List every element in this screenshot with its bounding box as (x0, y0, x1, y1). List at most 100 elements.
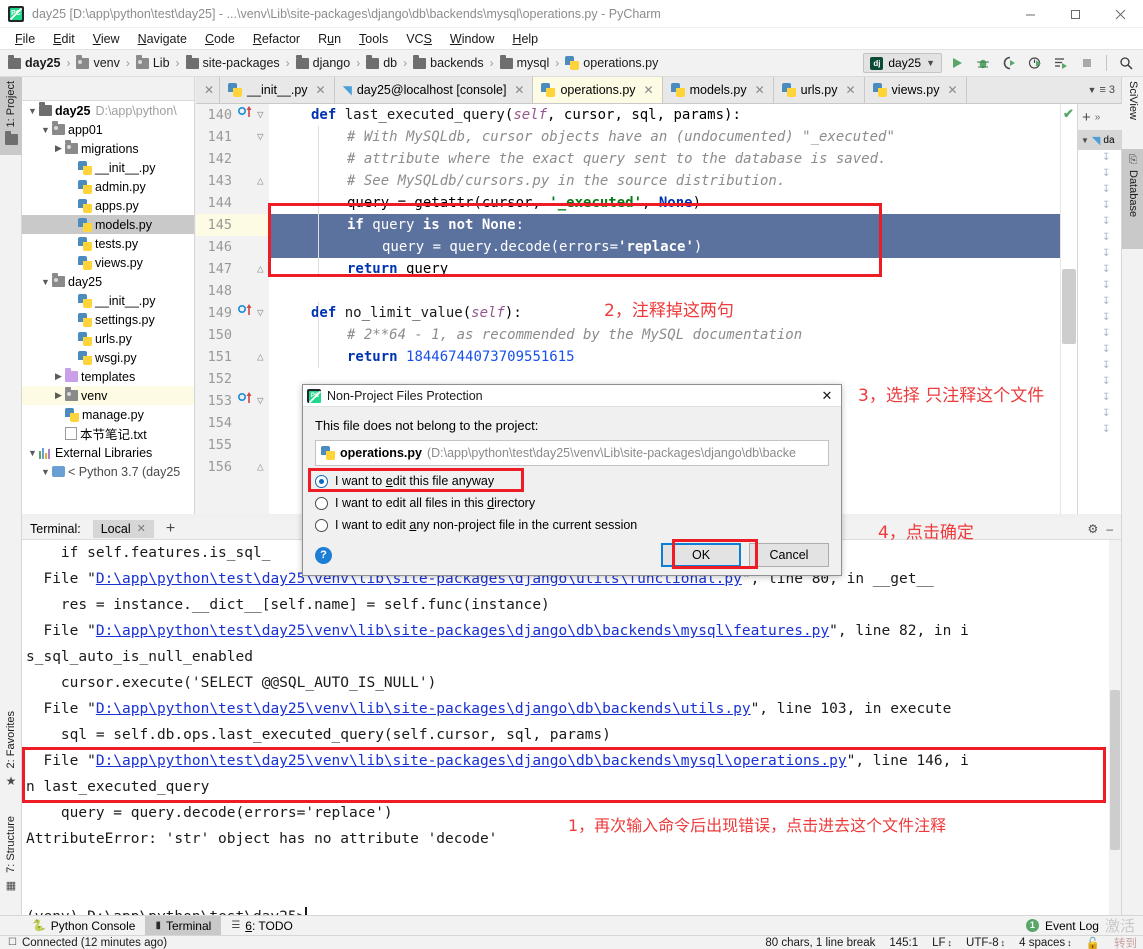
tree-node-external-libraries[interactable]: ▼ External Libraries (22, 443, 194, 462)
fold-icon[interactable]: △ (257, 456, 264, 478)
chevron-down-icon[interactable]: ▼ (1081, 136, 1089, 145)
tree-node-wsgi-py[interactable]: wsgi.py (22, 348, 194, 367)
radio-button[interactable] (315, 496, 328, 510)
terminal-tab-local[interactable]: Local ✕ (92, 519, 154, 538)
tree-node-urls-py[interactable]: urls.py (22, 329, 194, 348)
tree-node-venv[interactable]: ▶ venv (22, 386, 194, 405)
fold-icon[interactable]: △ (257, 258, 264, 280)
close-icon[interactable]: ✕ (514, 83, 524, 97)
tree-node-models-py[interactable]: models.py (22, 215, 194, 234)
tree-node-templates[interactable]: ▶ templates (22, 367, 194, 386)
tab-views-py[interactable]: views.py ✕ (864, 77, 967, 103)
dialog-close-button[interactable]: ✕ (817, 388, 837, 404)
fold-icon[interactable]: ▽ (257, 104, 264, 126)
status-indent[interactable]: 4 spaces ↕ (1019, 937, 1072, 949)
terminal-output[interactable]: if self.features.is_sql_ File "D:\app\py… (22, 540, 1121, 915)
tab-urls-py[interactable]: urls.py ✕ (773, 77, 865, 103)
tree-node-notes-txt[interactable]: 本节笔记.txt (22, 424, 194, 443)
breadcrumb-item-operations-py[interactable]: operations.py (565, 56, 658, 70)
run-configuration-selector[interactable]: dj day25 ▼ (863, 53, 942, 73)
radio-button[interactable] (315, 518, 328, 532)
chevron-down-icon[interactable]: ▼ (1088, 85, 1097, 95)
chevron-down-icon[interactable]: ▼ (39, 467, 52, 477)
status-caret-position[interactable]: 145:1 (889, 937, 918, 949)
tree-node-settings-py[interactable]: settings.py (22, 310, 194, 329)
close-icon[interactable]: ✕ (137, 522, 146, 535)
event-log-area[interactable]: 1 Event Log 激活 (1025, 915, 1143, 936)
tree-node-day25-init[interactable]: __init__.py (22, 291, 194, 310)
breadcrumb-item-django[interactable]: django (295, 54, 350, 70)
run-coverage-button[interactable] (998, 52, 1020, 74)
tab-init-py[interactable]: __init__.py ✕ (220, 77, 335, 103)
sciview-session-row[interactable]: ▼ ◥ da (1078, 130, 1122, 150)
stop-button[interactable] (1076, 52, 1098, 74)
tree-node-apps-py[interactable]: apps.py (22, 196, 194, 215)
tab-operations-py[interactable]: operations.py ✕ (533, 77, 663, 103)
breadcrumb-item-mysql[interactable]: mysql (499, 54, 549, 70)
tab-models-py[interactable]: models.py ✕ (662, 77, 774, 103)
breadcrumb-item-lib[interactable]: Lib (135, 54, 170, 70)
dialog-option-edit-any-this-session[interactable]: I want to edit any non-project file in t… (315, 518, 829, 532)
menu-run[interactable]: Run (309, 30, 350, 48)
status-line-separator[interactable]: LF ↕ (932, 937, 952, 949)
status-encoding[interactable]: UTF-8 ↕ (966, 937, 1005, 949)
chevron-right-icon[interactable]: ▶ (52, 143, 65, 154)
event-log-label[interactable]: Event Log (1045, 919, 1099, 933)
inspection-ok-icon[interactable]: ✔ (1063, 106, 1074, 122)
editor-markup-rail[interactable]: ✔ (1060, 104, 1077, 514)
tool-window-button-structure[interactable]: 7: Structure ▦ (0, 812, 22, 912)
chevron-down-icon[interactable]: ▼ (39, 277, 52, 287)
tree-node-tests-py[interactable]: tests.py (22, 234, 194, 253)
close-icon[interactable]: ✕ (644, 83, 654, 97)
fold-icon[interactable]: ▽ (257, 126, 264, 148)
chevron-down-icon[interactable]: ▼ (26, 448, 39, 458)
terminal-scrollbar[interactable] (1109, 540, 1121, 915)
method-run-marker-icon[interactable] (237, 104, 254, 126)
menu-vcs[interactable]: VCS (397, 30, 441, 48)
bottom-tab-terminal[interactable]: ▮ Terminal (145, 915, 222, 936)
window-restore-icon[interactable]: ☐ (8, 937, 17, 948)
terminal-link[interactable]: D:\app\python\test\day25\venv\lib\site-p… (96, 623, 829, 639)
close-icon[interactable]: ✕ (755, 83, 765, 97)
menu-refactor[interactable]: Refactor (244, 30, 309, 48)
run-button[interactable] (946, 52, 968, 74)
fold-icon[interactable]: △ (257, 170, 264, 192)
breadcrumb-item-db[interactable]: db (366, 54, 397, 70)
fold-icon[interactable]: ▽ (257, 390, 264, 412)
editor-scrollbar-thumb[interactable] (1062, 269, 1076, 344)
dialog-option-edit-all-in-directory[interactable]: I want to edit all files in this directo… (315, 496, 829, 510)
menu-tools[interactable]: Tools (350, 30, 397, 48)
chevron-right-icon[interactable]: ▶ (52, 371, 65, 382)
menu-file[interactable]: File (6, 30, 44, 48)
gear-icon[interactable]: ⚙ (1088, 522, 1099, 536)
debug-button[interactable] (972, 52, 994, 74)
breadcrumb-item-day25[interactable]: day25 (8, 54, 60, 70)
tree-node-admin-py[interactable]: admin.py (22, 177, 194, 196)
method-run-marker-icon[interactable] (237, 390, 254, 412)
bottom-tab-python-console[interactable]: 🐍 Python Console (22, 916, 145, 936)
dialog-option-edit-this-file[interactable]: I want to edit this file anyway (315, 474, 829, 488)
terminal-scrollbar-thumb[interactable] (1110, 690, 1120, 850)
lock-icon[interactable]: 🔓 (1086, 936, 1100, 949)
menu-code[interactable]: Code (196, 30, 244, 48)
close-button[interactable] (1098, 0, 1143, 28)
tool-window-button-project[interactable]: 1: Project (0, 77, 22, 155)
tool-window-button-favorites[interactable]: 2: Favorites ★ (0, 707, 22, 807)
terminal-link[interactable]: D:\app\python\test\day25\venv\lib\site-p… (96, 701, 751, 717)
help-icon[interactable]: ? (315, 546, 332, 564)
non-project-files-protection-dialog[interactable]: PC Non-Project Files Protection ✕ This f… (302, 384, 842, 576)
close-icon[interactable]: ✕ (845, 83, 855, 97)
tool-window-button-database[interactable]: ⎘ Database (1122, 149, 1143, 249)
terminal-link[interactable]: D:\app\python\test\day25\venv\lib\site-p… (96, 753, 847, 769)
breadcrumb-item-backends[interactable]: backends (413, 54, 484, 70)
tab-list-icon[interactable]: ≡ (1099, 84, 1105, 96)
profile-button[interactable] (1024, 52, 1046, 74)
tool-window-button-sciview[interactable]: SciView (1122, 81, 1143, 145)
menu-navigate[interactable]: Navigate (129, 30, 196, 48)
menu-edit[interactable]: Edit (44, 30, 84, 48)
chevron-down-icon[interactable]: ▼ (26, 106, 39, 116)
minimize-icon[interactable]: – (1106, 522, 1113, 536)
fold-icon[interactable]: △ (257, 346, 264, 368)
minimize-button[interactable] (1008, 0, 1053, 28)
tree-node-app01-init[interactable]: __init__.py (22, 158, 194, 177)
